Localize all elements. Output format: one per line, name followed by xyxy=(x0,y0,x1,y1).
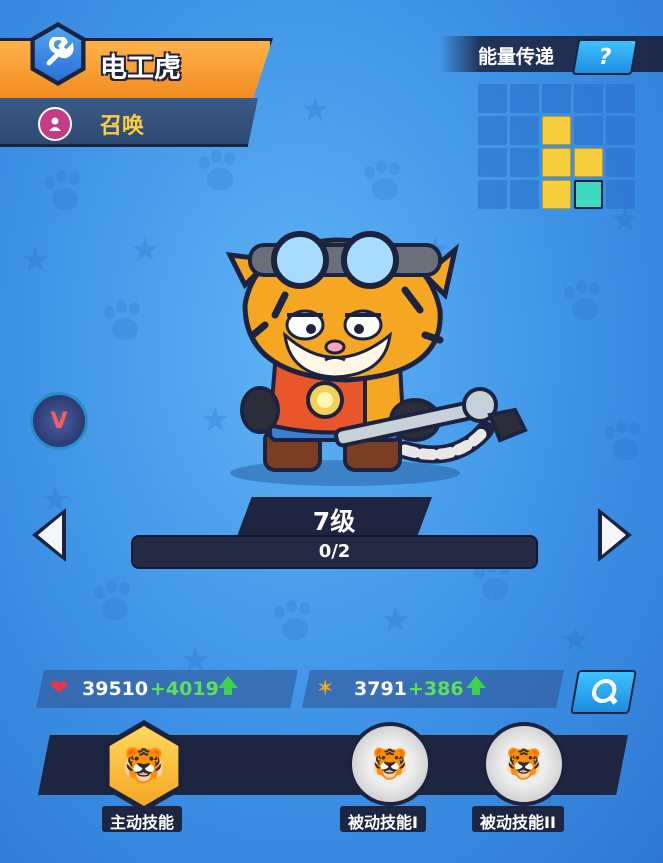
v-badge-button[interactable]: V xyxy=(30,392,88,450)
wrench-icon xyxy=(46,37,74,66)
energy-grid xyxy=(478,84,635,210)
energy-grid-cell-1-2 xyxy=(542,116,571,145)
heart-icon: ❤ xyxy=(50,676,69,701)
energy-grid-cell-1-4 xyxy=(606,116,635,145)
help-button[interactable]: ? xyxy=(571,39,639,75)
energy-grid-cell-0-1 xyxy=(510,84,539,113)
hp-stat-panel: ❤ 39510 +4019 xyxy=(36,670,298,708)
level-progress-text: 0/2 xyxy=(318,541,351,562)
tiger-face-icon: 🐯 xyxy=(371,746,409,782)
energy-grid-cell-2-0 xyxy=(478,148,507,177)
energy-grid-cell-2-1 xyxy=(510,148,539,177)
energy-grid-cell-2-2 xyxy=(542,148,571,177)
next-hero-arrow[interactable] xyxy=(598,508,632,562)
energy-grid-cell-1-0 xyxy=(478,116,507,145)
v-badge-label: V xyxy=(50,408,68,434)
energy-grid-cell-0-4 xyxy=(606,84,635,113)
attack-icon: ✶ xyxy=(316,676,335,701)
energy-grid-cell-3-1 xyxy=(510,180,539,209)
passive-skill-1-button[interactable]: 🐯 xyxy=(348,722,432,806)
level-progress-bar: 0/2 xyxy=(131,535,538,569)
attack-bonus: +386 xyxy=(408,678,464,700)
energy-grid-cell-3-2 xyxy=(542,180,571,209)
hp-up-arrow-icon xyxy=(218,676,238,695)
attack-up-arrow-icon xyxy=(466,676,486,695)
active-skill-button[interactable]: 🐯 xyxy=(104,720,184,812)
energy-grid-cell-1-1 xyxy=(510,116,539,145)
hero-type-label: 召唤 xyxy=(100,114,145,139)
energy-grid-cell-0-3 xyxy=(574,84,603,113)
search-button[interactable] xyxy=(570,670,637,714)
active-skill-label: 主动技能 xyxy=(102,806,183,832)
energy-grid-cell-2-4 xyxy=(606,148,635,177)
hero-character-image xyxy=(225,231,528,472)
energy-grid-cell-3-0 xyxy=(478,180,507,209)
level-label: 7级 xyxy=(312,507,356,536)
energy-grid-cell-0-0 xyxy=(478,84,507,113)
energy-grid-cell-3-3 xyxy=(574,180,603,209)
energy-grid-cell-1-3 xyxy=(574,116,603,145)
energy-transfer-label: 能量传递 xyxy=(478,46,555,68)
summon-icon xyxy=(38,107,72,141)
energy-grid-cell-2-3 xyxy=(574,148,603,177)
hero-name: 电工虎 xyxy=(100,53,181,84)
previous-hero-arrow[interactable] xyxy=(32,508,66,562)
hp-bonus: +4019 xyxy=(150,678,219,700)
hp-value: 39510 xyxy=(82,678,149,700)
passive-skill-1-label: 被动技能I xyxy=(340,806,426,832)
energy-grid-cell-3-4 xyxy=(606,180,635,209)
energy-grid-cell-0-2 xyxy=(542,84,571,113)
attack-value: 3791 xyxy=(354,678,407,700)
passive-skill-2-label: 被动技能II xyxy=(472,806,564,832)
tiger-face-icon: 🐯 xyxy=(505,746,543,782)
help-label: ? xyxy=(596,44,614,70)
attack-stat-panel: ✶ 3791 +386 xyxy=(302,670,564,708)
passive-skill-2-button[interactable]: 🐯 xyxy=(482,722,566,806)
tiger-face-icon: 🐯 xyxy=(122,746,166,786)
